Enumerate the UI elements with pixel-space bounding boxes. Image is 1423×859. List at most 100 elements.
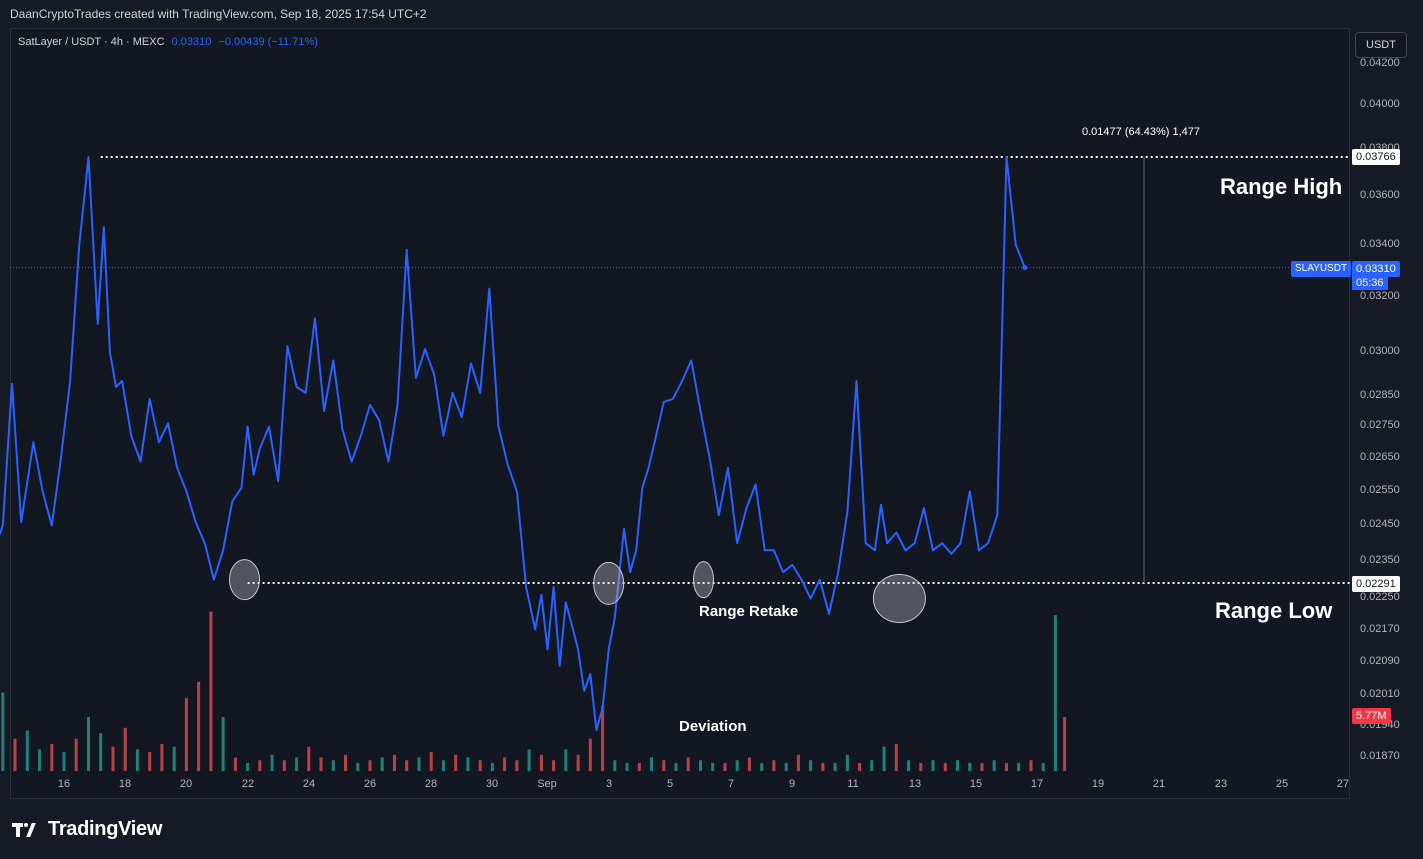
price-tick-label: 0.03000 [1360, 345, 1400, 357]
volume-bar [307, 746, 311, 771]
time-tick-label: 13 [908, 778, 922, 790]
price-tick-label: 0.03600 [1360, 189, 1400, 201]
volume-bar [417, 757, 421, 771]
volume-bar [270, 754, 274, 771]
volume-bar [968, 762, 972, 771]
volume-bar [478, 760, 482, 771]
volume-bar [772, 760, 776, 771]
volume-bar [613, 760, 617, 771]
volume-tag: 5.77M [1352, 708, 1391, 724]
last-price-point [1022, 265, 1028, 271]
price-tick-label: 0.03200 [1360, 290, 1400, 302]
bar-countdown: 05:36 [1352, 276, 1388, 290]
legend-symbol: SatLayer / USDT · 4h · MEXC [18, 36, 165, 48]
time-tick-label: 25 [1275, 778, 1289, 790]
time-tick-label: 22 [241, 778, 255, 790]
volume-bar [160, 744, 164, 771]
time-tick-label: 9 [788, 778, 796, 790]
volume-bar [711, 762, 715, 771]
tradingview-wordmark: TradingView [48, 818, 163, 840]
volume-bar [258, 760, 262, 771]
volume-bar [637, 762, 641, 771]
volume-bar [894, 744, 898, 771]
annotation-range-high: Range High [1220, 174, 1343, 199]
volume-bar [466, 757, 470, 771]
volume-bar [699, 760, 702, 771]
volume-bar [184, 698, 188, 771]
volume-bar [992, 760, 996, 771]
range-low-price-tag: 0.02291 [1352, 576, 1400, 592]
volume-bar [747, 757, 751, 771]
volume-bar [344, 754, 347, 771]
volume-bar [723, 762, 727, 771]
price-tick-label: 0.02550 [1360, 484, 1400, 496]
volume-bar [1041, 762, 1045, 771]
volume-bar [233, 757, 237, 771]
time-tick-label: 5 [666, 778, 674, 790]
price-tick-label: 0.02250 [1360, 591, 1400, 603]
time-tick-label: 19 [1091, 778, 1105, 790]
time-tick-label: Sep [537, 778, 557, 790]
volume-bar [1053, 615, 1057, 771]
volume-bar [405, 760, 409, 771]
last-price-tag: 0.03310 [1352, 261, 1400, 277]
time-tick-label: 20 [179, 778, 193, 790]
volume-bar [564, 749, 568, 771]
time-tick-label: 7 [727, 778, 735, 790]
volume-bar [956, 760, 959, 771]
price-tick-label: 0.02850 [1360, 389, 1400, 401]
footer [0, 800, 1423, 859]
volume-bar [662, 760, 666, 771]
volume-bar [539, 754, 543, 771]
volume-bar [123, 727, 127, 771]
volume-bar [25, 730, 29, 771]
volume-bar [99, 733, 103, 771]
volume-bar [331, 760, 335, 771]
volume-bar [784, 762, 788, 771]
volume-bar [319, 757, 323, 771]
volume-bar [148, 752, 152, 771]
volume-bar [74, 738, 78, 771]
price-tick-label: 0.02350 [1360, 554, 1400, 566]
volume-bar [980, 762, 984, 771]
volume-bar [429, 752, 433, 771]
currency-unit-button[interactable]: USDT [1355, 32, 1407, 58]
volume-bar [503, 757, 507, 771]
volume-bar [441, 760, 445, 771]
volume-bar [943, 762, 947, 771]
time-tick-label: 24 [302, 778, 316, 790]
price-tick-label: 0.02650 [1360, 451, 1400, 463]
highlight-circle [872, 574, 926, 623]
volume-bar [760, 762, 764, 771]
volume-bar [882, 746, 886, 771]
volume-bar [552, 760, 556, 771]
volume-bar [907, 760, 911, 771]
volume-bar [1, 692, 5, 771]
tradingview-logo[interactable]: TradingView [12, 818, 162, 841]
price-tick-label: 0.03400 [1360, 238, 1400, 250]
volume-bar [393, 754, 396, 771]
volume-bar [650, 757, 653, 771]
time-tick-label: 15 [969, 778, 983, 790]
price-tick-label: 0.01870 [1360, 750, 1400, 762]
range-high-price-tag: 0.03766 [1352, 149, 1400, 165]
volume-bar [674, 762, 678, 771]
volume-bar [858, 762, 862, 771]
symbol-legend[interactable]: SatLayer / USDT · 4h · MEXC 0.03310 −0.0… [18, 36, 318, 48]
volume-bar [821, 762, 825, 771]
measure-label: 0.01477 (64.43%) 1,477 [1082, 126, 1201, 138]
volume-bar [50, 744, 54, 771]
volume-bar [1063, 717, 1067, 771]
volume-bar [135, 749, 139, 771]
volume-bar [172, 746, 176, 771]
volume-bar [931, 760, 935, 771]
volume-bar [197, 681, 201, 771]
volume-bar [833, 762, 837, 771]
volume-bar [527, 749, 531, 771]
time-tick-label: 16 [57, 778, 71, 790]
price-tick-label: 0.02090 [1360, 655, 1400, 667]
volume-bar [209, 611, 213, 771]
tradingview-logo-icon [12, 821, 42, 839]
time-tick-label: 3 [605, 778, 613, 790]
volume-bar [515, 760, 519, 771]
